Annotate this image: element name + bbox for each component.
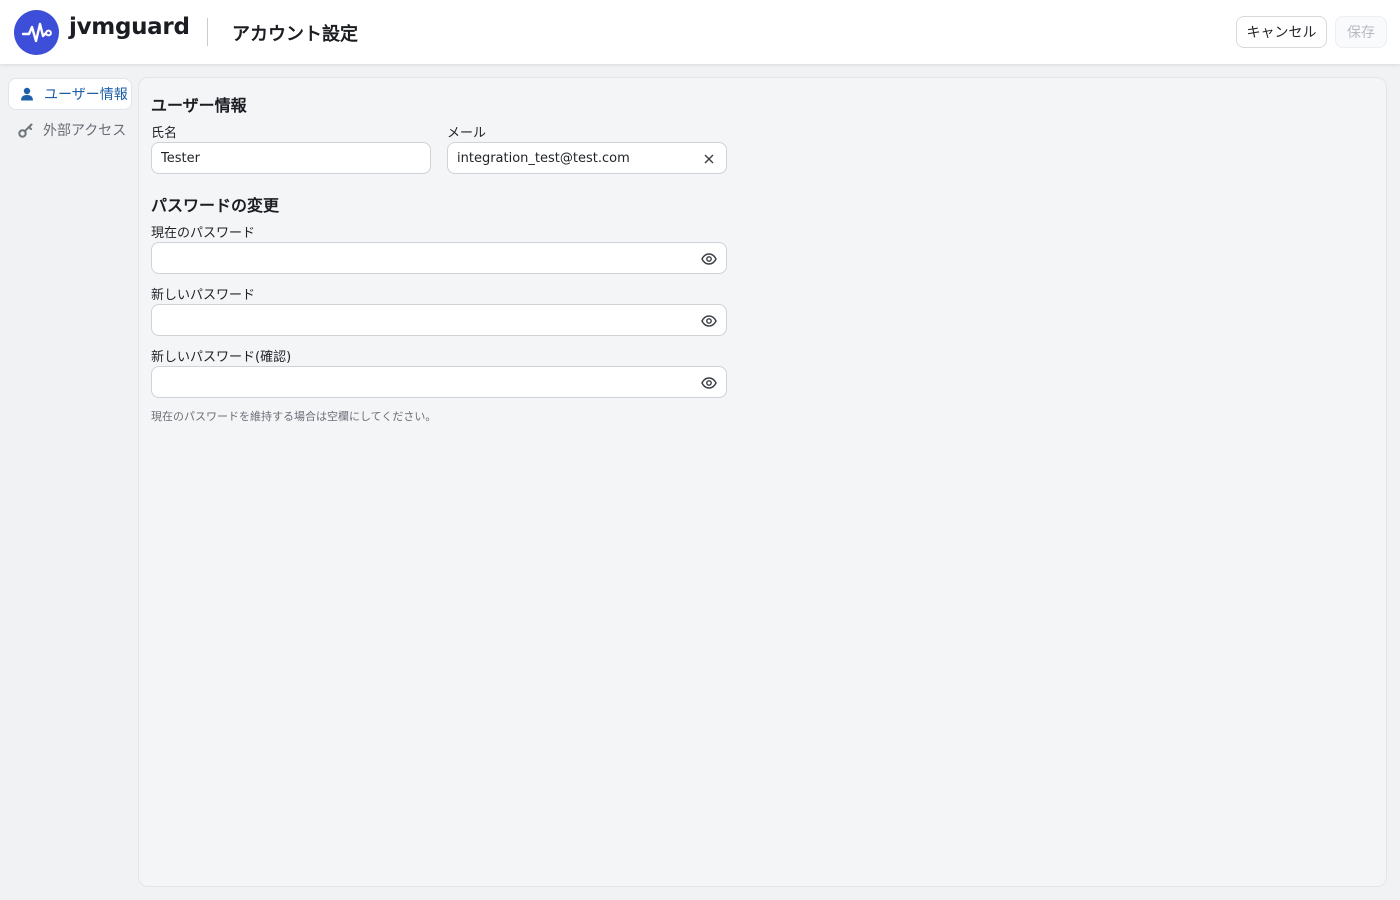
pulse-icon bbox=[21, 22, 52, 42]
header-divider bbox=[207, 18, 208, 46]
sidebar-item-external-access[interactable]: 外部アクセス bbox=[8, 114, 132, 146]
key-icon bbox=[18, 122, 34, 138]
name-input[interactable]: Tester bbox=[151, 142, 431, 174]
email-value: integration_test@test.com bbox=[457, 150, 630, 166]
name-label: 氏名 bbox=[151, 126, 178, 141]
save-button[interactable]: 保存 bbox=[1335, 16, 1387, 48]
sidebar-item-user-info[interactable]: ユーザー情報 bbox=[8, 78, 132, 110]
confirm-password-label: 新しいパスワード(確認) bbox=[151, 350, 292, 365]
password-hint: 現在のパスワードを維持する場合は空欄にしてください。 bbox=[151, 410, 437, 423]
new-password-label: 新しいパスワード bbox=[151, 288, 256, 303]
eye-icon[interactable] bbox=[700, 312, 718, 330]
settings-panel: ユーザー情報 氏名 Tester メール integration_test@te… bbox=[138, 77, 1387, 887]
name-value: Tester bbox=[161, 150, 200, 166]
email-input[interactable]: integration_test@test.com bbox=[447, 142, 727, 174]
confirm-password-input[interactable] bbox=[151, 366, 727, 398]
brand-name: jvmguard bbox=[69, 14, 190, 40]
eye-icon[interactable] bbox=[700, 374, 718, 392]
sidebar: ユーザー情報 外部アクセス bbox=[8, 78, 132, 150]
eye-icon[interactable] bbox=[700, 250, 718, 268]
sidebar-item-label: ユーザー情報 bbox=[44, 87, 128, 103]
user-info-title: ユーザー情報 bbox=[151, 96, 247, 115]
password-title: パスワードの変更 bbox=[151, 196, 280, 215]
cancel-button[interactable]: キャンセル bbox=[1236, 16, 1327, 48]
current-password-label: 現在のパスワード bbox=[151, 226, 256, 241]
current-password-input[interactable] bbox=[151, 242, 727, 274]
email-label: メール bbox=[447, 126, 487, 141]
clear-icon[interactable] bbox=[700, 150, 718, 168]
new-password-input[interactable] bbox=[151, 304, 727, 336]
app-header: jvmguard アカウント設定 キャンセル 保存 bbox=[0, 0, 1400, 64]
sidebar-item-label: 外部アクセス bbox=[43, 123, 127, 139]
user-icon bbox=[19, 86, 35, 102]
app-logo bbox=[14, 10, 59, 55]
page-title: アカウント設定 bbox=[232, 24, 358, 45]
